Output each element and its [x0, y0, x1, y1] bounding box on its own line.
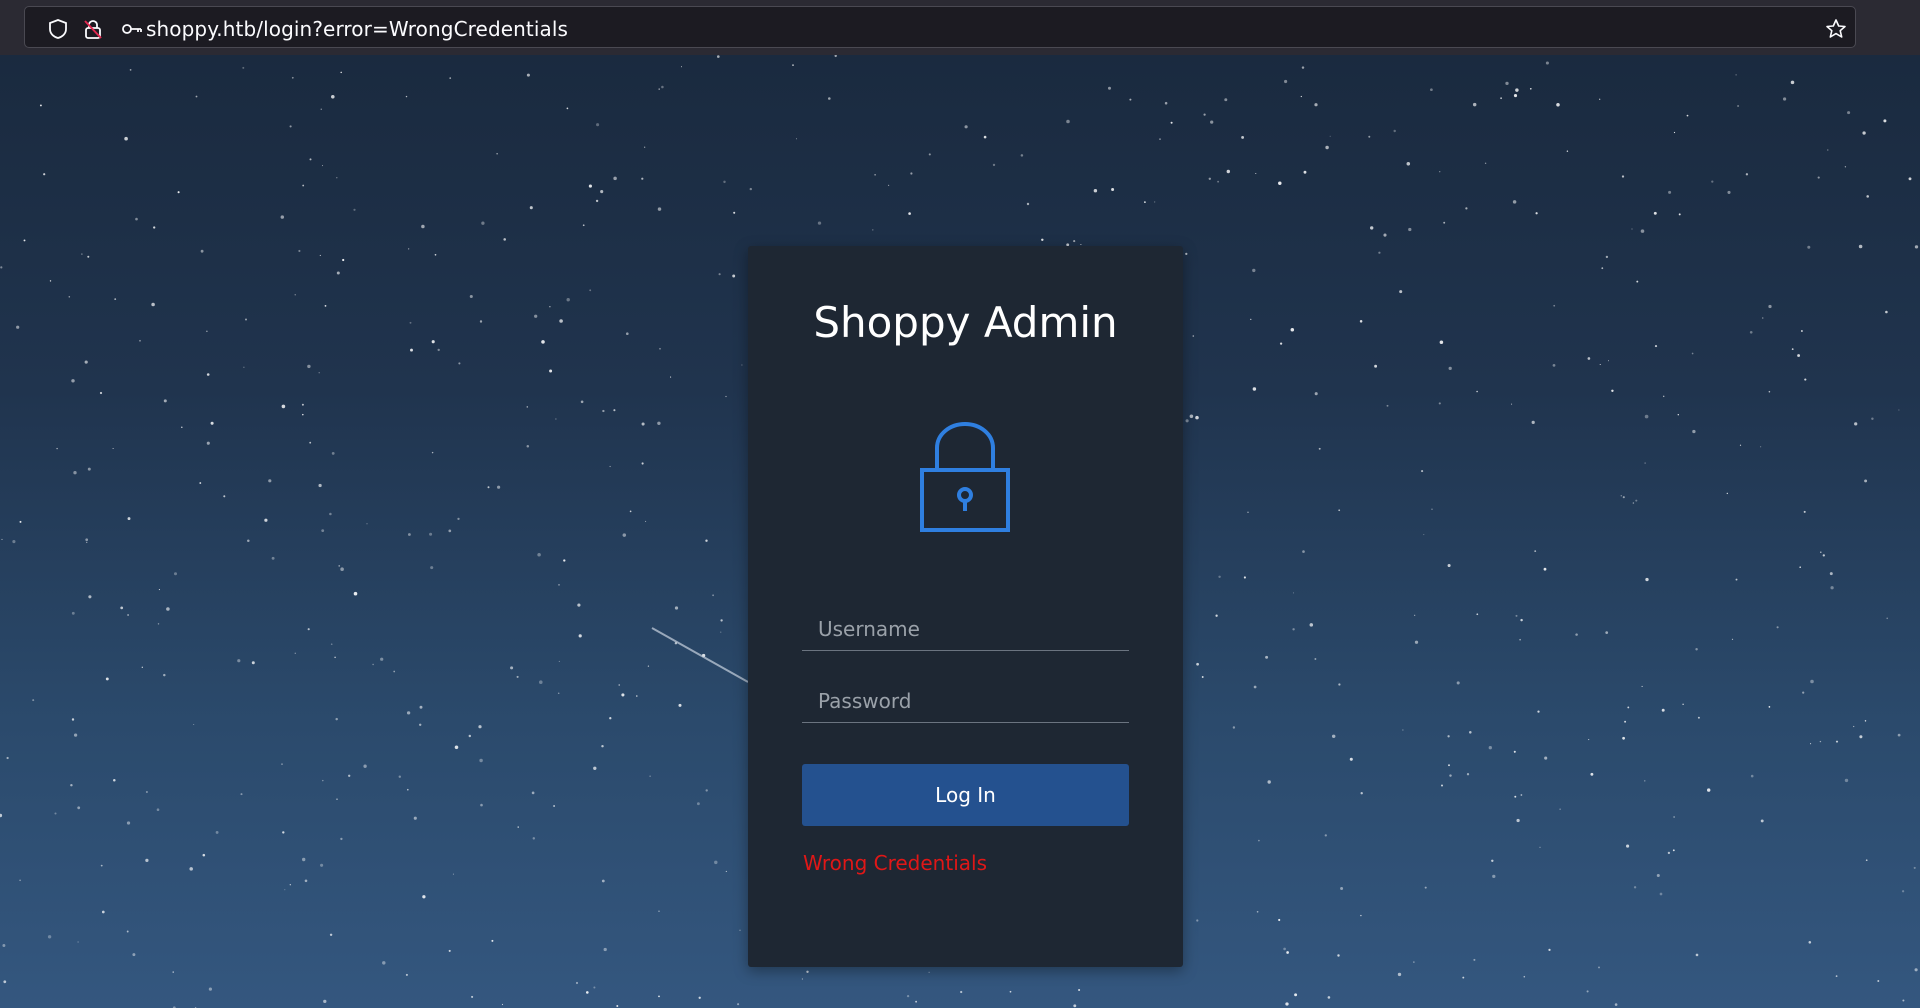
error-message: Wrong Credentials [803, 851, 987, 875]
url-text[interactable]: shoppy.htb/login?error=WrongCredentials [146, 17, 568, 41]
username-field[interactable] [802, 607, 1129, 651]
login-button[interactable]: Log In [802, 764, 1129, 826]
page-viewport: Shoppy Admin Log In Wrong Credentials [0, 55, 1920, 1008]
insecure-lock-icon[interactable] [82, 18, 104, 40]
bookmark-star-icon[interactable] [1825, 18, 1847, 40]
key-icon[interactable] [121, 18, 143, 40]
page-title: Shoppy Admin [813, 298, 1118, 347]
password-field[interactable] [802, 679, 1129, 723]
padlock-icon [920, 421, 1010, 532]
browser-toolbar: shoppy.htb/login?error=WrongCredentials [0, 0, 1920, 55]
login-card: Shoppy Admin Log In Wrong Credentials [748, 246, 1183, 967]
address-bar[interactable]: shoppy.htb/login?error=WrongCredentials [24, 6, 1856, 48]
shield-icon[interactable] [47, 18, 69, 40]
shooting-star [651, 627, 749, 683]
